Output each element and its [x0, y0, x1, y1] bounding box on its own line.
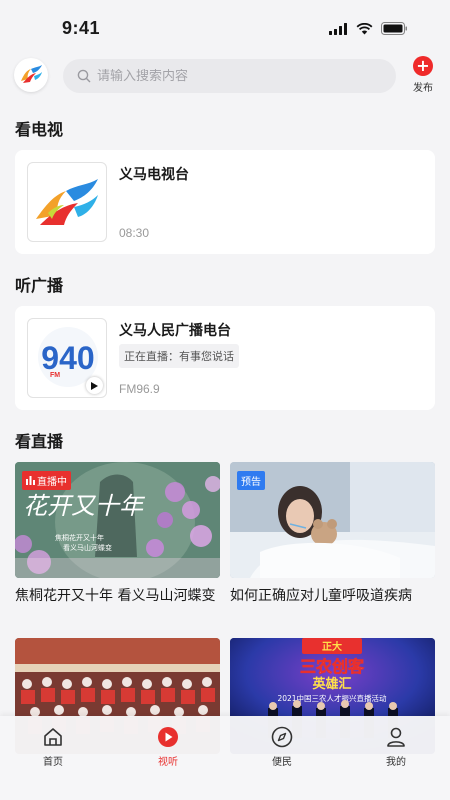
live-bars-icon	[26, 476, 35, 485]
search-icon	[77, 69, 91, 83]
live-video-thumbnail-1[interactable]: 花开又十年 焦桐花开又十年 看义马山河蝶变 直播中	[15, 462, 220, 578]
live-video-thumbnail-2[interactable]: 预告	[230, 462, 435, 578]
radio-channel-logo: 940 FM	[27, 318, 107, 398]
publish-label: 发布	[413, 83, 433, 94]
section-title-tv: 看电视	[15, 120, 64, 139]
radio-channel-card[interactable]: 940 FM 义马人民广播电台 正在直播：有事您说话 FM96.9	[15, 306, 435, 410]
tv-logo-icon	[36, 179, 98, 225]
tv-channel-card[interactable]: 义马电视台 08:30	[15, 150, 435, 254]
home-icon	[44, 728, 62, 746]
tab-services[interactable]: 便民	[252, 726, 312, 768]
status-time: 9:41	[62, 18, 101, 38]
video-4-overlay-line2: 三农创客	[300, 657, 365, 676]
live-badge: 直播中	[22, 471, 71, 490]
bottom-tab-bar: 首页 视听 便民 我的	[0, 716, 450, 800]
publish-button[interactable]: + 发布	[410, 56, 436, 94]
video-4-overlay-line1: 正大	[322, 640, 342, 653]
section-title-live: 看直播	[15, 432, 64, 451]
live-video-title-1[interactable]: 焦桐花开又十年 看义马山河蝶变	[15, 586, 225, 606]
tab-profile-label: 我的	[386, 757, 406, 768]
play-icon	[91, 381, 98, 390]
search-bar[interactable]	[63, 59, 396, 93]
radio-play-button[interactable]	[86, 377, 103, 394]
radio-logo-text: 940	[41, 340, 94, 376]
signal-icon	[329, 22, 347, 35]
radio-channel-name: 义马人民广播电台	[119, 323, 231, 339]
video-1-overlay-title: 花开又十年	[23, 492, 146, 520]
tab-services-label: 便民	[272, 757, 292, 768]
compass-icon	[271, 726, 293, 748]
user-icon	[387, 727, 405, 747]
header: + 发布	[0, 56, 450, 100]
radio-logo-sub: FM	[50, 372, 60, 379]
tab-home-label: 首页	[43, 757, 63, 768]
video-1-overlay-sub2: 看义马山河蝶变	[63, 543, 112, 552]
video-1-overlay-sub1: 焦桐花开又十年	[55, 533, 104, 542]
live-badge-label: 直播中	[37, 477, 67, 488]
wifi-icon	[356, 22, 373, 34]
app-logo[interactable]	[14, 58, 48, 92]
plus-icon: +	[413, 56, 433, 76]
radio-frequency: FM96.9	[119, 382, 160, 396]
tab-media[interactable]: 视听	[138, 726, 198, 768]
search-input[interactable]	[97, 68, 357, 84]
video-4-overlay-line3: 英雄汇	[311, 676, 351, 692]
play-circle-icon	[158, 727, 178, 747]
preview-badge: 预告	[237, 471, 265, 490]
brand-logo-icon	[21, 65, 42, 83]
live-video-title-2[interactable]: 如何正确应对儿童呼吸道疾病	[230, 586, 440, 606]
tab-home[interactable]: 首页	[23, 726, 83, 768]
tv-channel-logo	[27, 162, 107, 242]
radio-live-status: 正在直播：有事您说话	[119, 344, 239, 368]
status-icons	[329, 22, 408, 35]
tab-profile[interactable]: 我的	[366, 726, 426, 768]
status-bar: 9:41	[0, 0, 450, 56]
tv-channel-time: 08:30	[119, 226, 150, 240]
battery-icon	[381, 22, 407, 35]
tv-channel-name: 义马电视台	[119, 167, 189, 183]
preview-badge-label: 预告	[241, 477, 261, 488]
tab-media-label: 视听	[158, 757, 178, 768]
section-title-radio: 听广播	[15, 276, 64, 295]
